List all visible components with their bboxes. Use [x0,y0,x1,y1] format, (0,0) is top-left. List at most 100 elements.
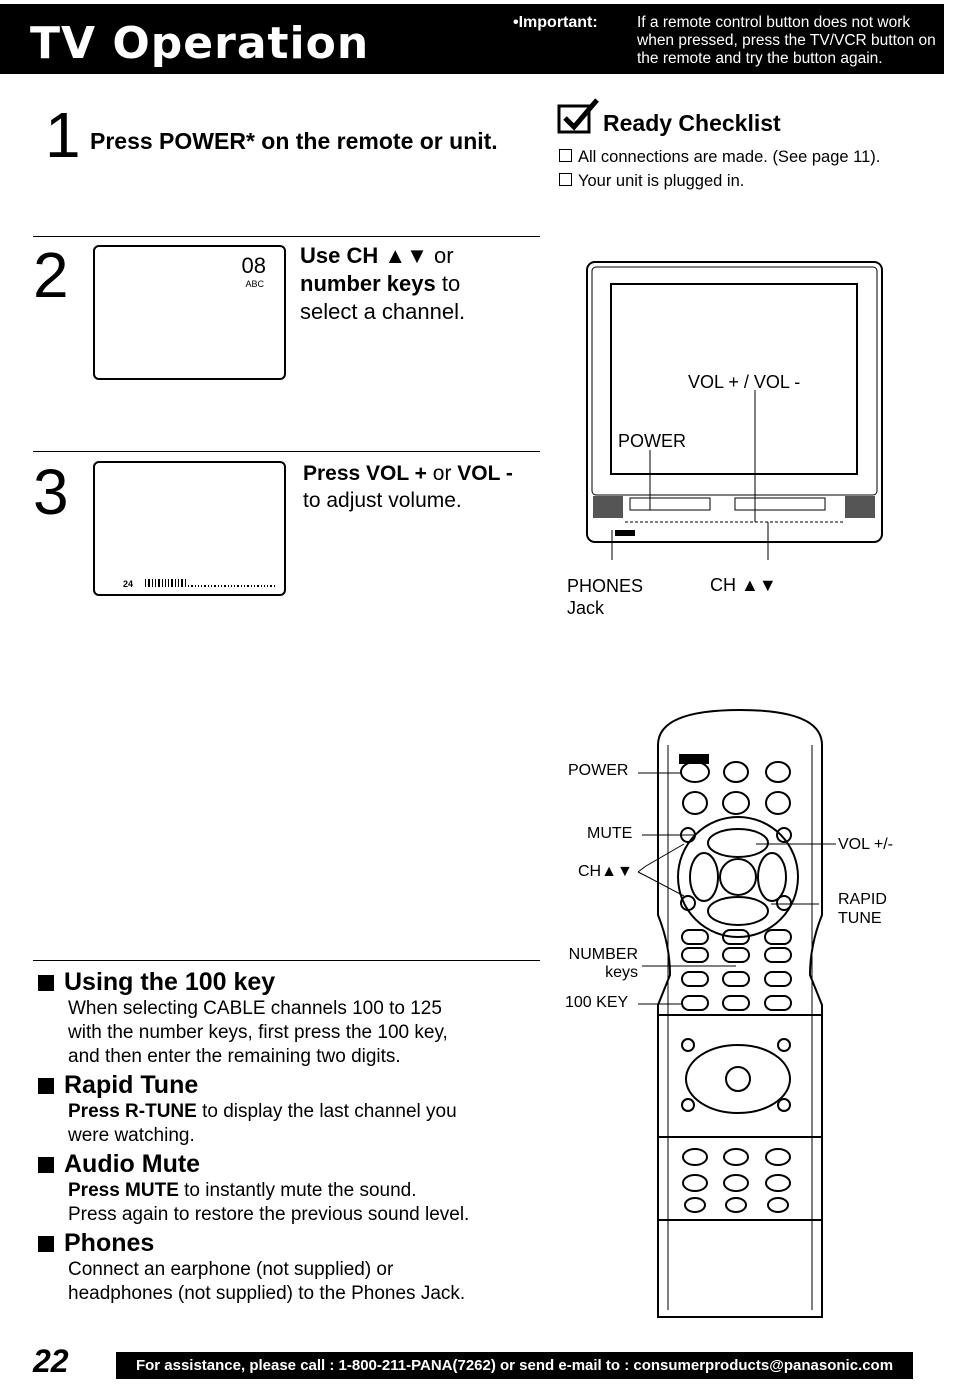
square-bullet-icon [38,974,54,991]
volume-bar-empty [211,585,213,587]
step3-text: Press VOL + or VOL - to adjust volume. [303,460,513,514]
section-title: Rapid Tune [38,1071,548,1100]
text: Connect an earphone (not supplied) or [68,1259,394,1280]
remote-key [764,995,792,1011]
volume-bar-empty [220,585,223,587]
tv-diagram [585,260,885,565]
section-line: When selecting CABLE channels 100 to 125 [38,997,548,1021]
remote-key [764,947,792,963]
keys-text: keys [605,964,638,981]
volume-bar-empty [270,585,272,587]
volume-bar-filled [178,579,180,587]
remote-key [764,971,792,987]
text-bold: VOL - [457,462,513,485]
section-line: Press again to restore the previous soun… [38,1203,548,1227]
remote-key [681,929,709,945]
remote-key [722,995,750,1011]
text-bold: Press MUTE [68,1180,179,1201]
volume-bar-empty [267,585,269,587]
volume-bar-empty [237,585,239,587]
volume-bar-filled [184,579,186,587]
assistance-bar: For assistance, please call : 1-800-211-… [116,1352,913,1379]
text: select a channel. [300,299,466,324]
section-line: Press R-TUNE to display the last channel… [38,1100,548,1124]
remote-rapid-tune-label: RAPID TUNE [838,890,887,928]
section: Phones Connect an earphone (not supplied)… [38,1229,548,1306]
section-title-text: Using the 100 key [64,968,276,996]
section-title-text: Rapid Tune [64,1071,199,1099]
volume-bar-empty [194,585,196,587]
tune-text: TUNE [838,910,882,927]
text-bold: Press R-TUNE [68,1101,197,1122]
channel-number: 08 [241,253,266,278]
divider [33,960,540,961]
volume-bar-empty [224,585,226,587]
step2-text: Use CH ▲▼ or number keys to select a cha… [300,242,465,326]
volume-bar-empty [260,585,262,587]
remote-power-label: POWER [568,762,629,779]
text: to instantly mute the sound. [178,1180,417,1201]
remote-key [681,947,709,963]
volume-bar-empty [217,585,219,587]
section-line: and then enter the remaining two digits. [38,1045,548,1069]
section-line: were watching. [38,1124,548,1148]
volume-bar-empty [201,585,203,587]
checklist-item-text: All connections are made. (See page 11). [578,148,881,166]
volume-bar-filled [148,579,150,587]
remote-ch-label: CH▲▼ [578,863,633,880]
volume-bar-empty [273,585,276,587]
volume-bar-empty [244,585,246,587]
volume-bar-filled [154,579,157,587]
square-bullet-icon [38,1235,54,1252]
checklist-item-text: Your unit is plugged in. [578,172,745,190]
jack-text: Jack [567,598,605,618]
remote-vol-label: VOL +/- [838,836,893,853]
remote-key [764,929,792,945]
text: with the number keys, first press the 10… [68,1022,448,1043]
text: were watching. [68,1125,195,1146]
text: to display the last channel you [196,1101,457,1122]
checklist-icon [557,98,599,139]
important-text: If a remote control button does not work… [637,14,936,67]
text: and then enter the remaining two digits. [68,1046,401,1067]
section-title: Audio Mute [38,1150,548,1179]
step1-text: Press POWER* on the remote or unit. [90,128,498,154]
page-title: TV Operation [30,18,370,69]
remote-diagram [650,705,830,1330]
volume-bar-empty [204,585,206,587]
volume-bar-empty [257,585,259,587]
volume-bar-empty [187,585,190,587]
remote-key [681,995,709,1011]
section-line: Press MUTE to instantly mute the sound. [38,1179,548,1203]
volume-bar-empty [240,585,243,587]
text-bold: Use CH ▲▼ [300,243,428,268]
text: When selecting CABLE channels 100 to 125 [68,998,442,1019]
text: or [427,243,454,268]
square-bullet-icon [38,1156,54,1173]
rapid-text: RAPID [838,891,887,908]
section: Using the 100 key When selecting CABLE ch… [38,968,548,1069]
text: headphones (not supplied) to the Phones … [68,1283,466,1304]
volume-bar-empty [191,585,193,587]
checklist: All connections are made. (See page 11).… [559,145,880,193]
step-number: 1 [45,99,81,171]
volume-bar-empty [197,585,200,587]
checklist-item: All connections are made. (See page 11). [559,145,880,169]
step-number: 2 [33,239,69,311]
header-bar: TV Operation •Important: If a remote con… [0,4,944,74]
text-bold: number keys [300,271,436,296]
volume-bar-filled [171,579,173,587]
section: Audio Mute Press MUTE to instantly mute t… [38,1150,548,1227]
volume-bar-empty [234,585,236,587]
section-line: headphones (not supplied) to the Phones … [38,1282,548,1306]
remote-key [722,947,750,963]
volume-bar-filled [174,579,177,587]
vol-label: VOL + / VOL - [688,372,801,392]
number-text: NUMBER [568,946,638,963]
section-title: Using the 100 key [38,968,548,997]
tv-screen-volume: 24 [93,461,286,596]
text: or [426,462,458,485]
volume-bar-empty [250,585,252,587]
info-sections: Using the 100 key When selecting CABLE ch… [38,968,548,1308]
divider [33,451,540,452]
